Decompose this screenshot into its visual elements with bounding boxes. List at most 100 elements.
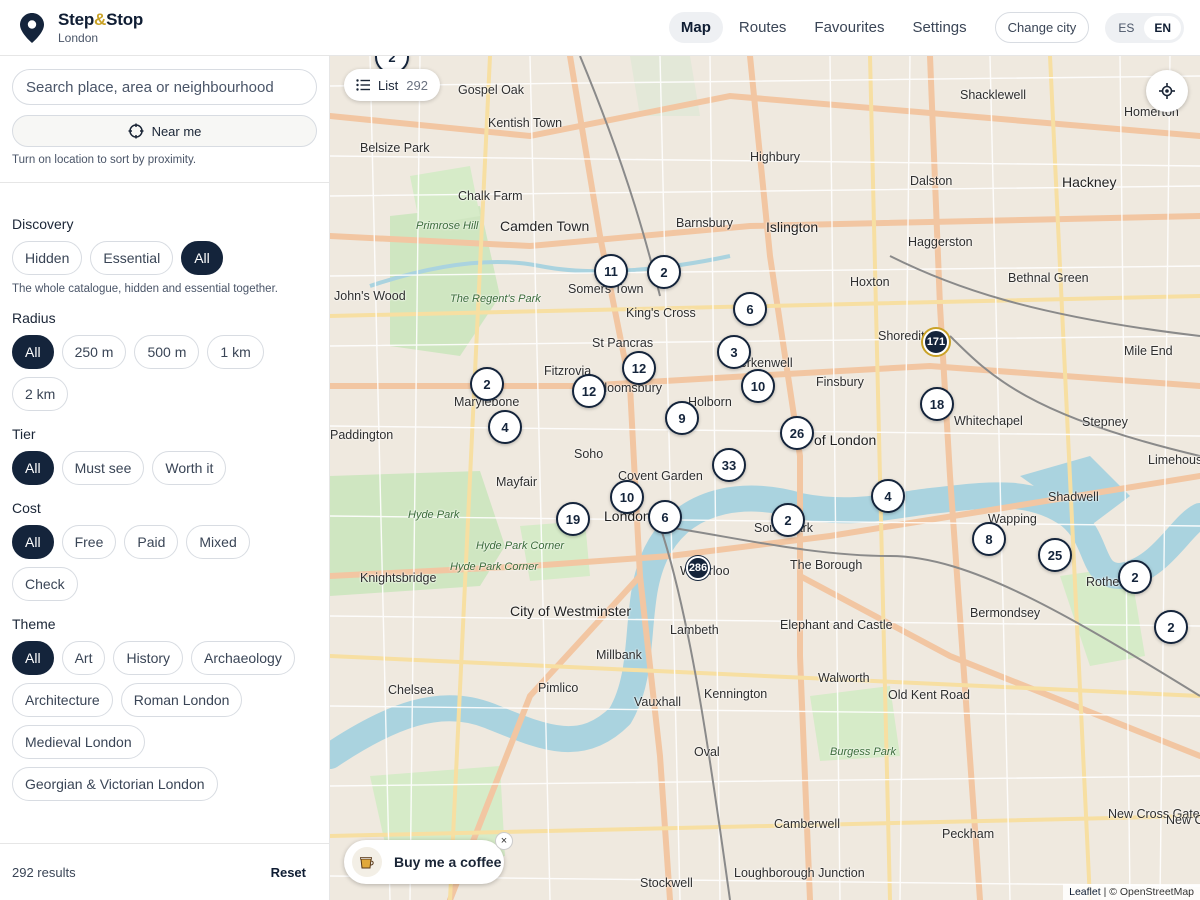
place-label: Hyde Park xyxy=(408,509,460,521)
change-city-button[interactable]: Change city xyxy=(994,12,1090,43)
cost-chip[interactable]: Mixed xyxy=(186,525,250,559)
theme-chip[interactable]: All xyxy=(12,641,54,675)
reset-button[interactable]: Reset xyxy=(271,865,306,880)
language-switch: ES EN xyxy=(1105,12,1184,43)
tier-chips: All Must see Worth it xyxy=(12,451,322,485)
place-label: Hoxton xyxy=(850,275,890,289)
map-cluster-marker[interactable]: 12 xyxy=(622,351,656,385)
map-cluster-marker[interactable]: 9 xyxy=(665,401,699,435)
lang-en[interactable]: EN xyxy=(1144,15,1181,40)
place-label: Peckham xyxy=(942,827,995,841)
place-label: Pimlico xyxy=(538,681,579,695)
cost-chip[interactable]: Free xyxy=(61,525,117,559)
radius-chip[interactable]: 2 km xyxy=(12,377,69,411)
place-label: Camden Town xyxy=(500,218,590,234)
nav-favourites[interactable]: Favourites xyxy=(802,12,896,43)
map-pin-icon xyxy=(20,12,44,43)
theme-chip[interactable]: History xyxy=(113,641,184,675)
map-cluster-marker[interactable]: 25 xyxy=(1038,538,1072,572)
section-title: Theme xyxy=(12,616,56,632)
map-cluster-marker[interactable]: 19 xyxy=(556,502,590,536)
brand-name: Step&Stop xyxy=(58,10,144,29)
results-count: 292 results xyxy=(12,864,76,880)
cost-chips: All Free Paid Mixed Check xyxy=(12,525,322,601)
nav-map[interactable]: Map xyxy=(668,12,723,43)
place-label: Stepney xyxy=(1082,415,1128,429)
place-label: Islington xyxy=(766,219,819,235)
discovery-chip[interactable]: All xyxy=(181,241,223,275)
theme-chip[interactable]: Medieval London xyxy=(12,725,145,759)
place-label: Mile End xyxy=(1124,344,1173,358)
map-cluster-marker[interactable]: 286 xyxy=(686,556,710,580)
map-cluster-marker[interactable]: 2 xyxy=(1154,610,1188,644)
close-icon[interactable]: × xyxy=(495,832,513,850)
map-cluster-marker[interactable]: 26 xyxy=(780,416,814,450)
search-input[interactable] xyxy=(12,69,317,105)
map-cluster-marker[interactable]: 3 xyxy=(717,335,751,369)
place-label: Whitechapel xyxy=(954,414,1023,428)
map-cluster-marker[interactable]: 2 xyxy=(470,367,504,401)
main-nav: Map Routes Favourites Settings Change ci… xyxy=(665,12,1184,43)
discovery-chips: Hidden Essential All xyxy=(12,241,322,275)
near-me-button[interactable]: Near me xyxy=(12,115,317,147)
map-cluster-marker[interactable]: 8 xyxy=(972,522,1006,556)
section-title: Radius xyxy=(12,310,56,326)
buy-me-a-coffee-button[interactable]: Buy me a coffee xyxy=(344,840,504,884)
place-label: Belsize Park xyxy=(360,141,430,155)
map-cluster-marker[interactable]: 10 xyxy=(741,369,775,403)
place-label: Dalston xyxy=(910,174,953,188)
tier-chip[interactable]: Must see xyxy=(61,451,145,485)
map-view[interactable]: Gospel Oak Kentish Town Belsize Park Chalk … xyxy=(330,56,1200,900)
filters: Discovery Hidden Essential All The whole c… xyxy=(12,216,322,816)
theme-chip[interactable]: Archaeology xyxy=(191,641,295,675)
place-label: Oval xyxy=(694,745,720,759)
theme-chip[interactable]: Art xyxy=(61,641,106,675)
map-cluster-marker[interactable]: 2 xyxy=(647,255,681,289)
place-label: Bermondsey xyxy=(970,606,1041,620)
cost-chip[interactable]: Check xyxy=(12,567,78,601)
map-cluster-marker[interactable]: 4 xyxy=(488,410,522,444)
place-label: Knightsbridge xyxy=(360,571,437,585)
nav-settings[interactable]: Settings xyxy=(900,12,978,43)
locate-me-button[interactable] xyxy=(1146,70,1188,112)
theme-section: Theme All Art History Archaeology Architectu… xyxy=(12,616,322,801)
near-me-hint: Turn on location to sort by proximity. xyxy=(12,154,197,166)
place-label: Shacklewell xyxy=(960,88,1027,102)
map-cluster-marker[interactable]: 33 xyxy=(712,448,746,482)
tier-chip[interactable]: Worth it xyxy=(152,451,227,485)
place-label: Lambeth xyxy=(670,623,719,637)
discovery-chip[interactable]: Essential xyxy=(90,241,174,275)
map-cluster-marker[interactable]: 2 xyxy=(771,503,805,537)
discovery-chip[interactable]: Hidden xyxy=(12,241,83,275)
theme-chip[interactable]: Georgian & Victorian London xyxy=(12,767,218,801)
map-cluster-marker[interactable]: 171 xyxy=(923,329,949,355)
tier-chip[interactable]: All xyxy=(12,451,54,485)
list-toggle-button[interactable]: List 292 xyxy=(344,69,440,101)
theme-chip[interactable]: Architecture xyxy=(12,683,113,717)
map-cluster-marker[interactable]: 4 xyxy=(871,479,905,513)
radius-chip[interactable]: 250 m xyxy=(61,335,127,369)
nav-routes[interactable]: Routes xyxy=(727,12,799,43)
cost-chip[interactable]: All xyxy=(12,525,54,559)
radius-chip[interactable]: 1 km xyxy=(207,335,264,369)
sidebar-footer: 292 results Reset xyxy=(0,843,329,900)
brand[interactable]: Step&Stop London xyxy=(20,10,143,45)
map-cluster-marker[interactable]: 12 xyxy=(572,374,606,408)
osm-link[interactable]: © OpenStreetMap xyxy=(1109,886,1194,898)
map-cluster-marker[interactable]: 11 xyxy=(594,254,628,288)
coffee-icon xyxy=(352,847,382,877)
map-cluster-marker[interactable]: 6 xyxy=(648,500,682,534)
map-cluster-marker[interactable]: 2 xyxy=(1118,560,1152,594)
leaflet-link[interactable]: Leaflet xyxy=(1069,886,1101,898)
place-label: The Borough xyxy=(790,558,863,572)
radius-chip[interactable]: All xyxy=(12,335,54,369)
map-cluster-marker[interactable]: 10 xyxy=(610,480,644,514)
radius-chip[interactable]: 500 m xyxy=(134,335,200,369)
place-label: Paddington xyxy=(330,428,394,442)
lang-es[interactable]: ES xyxy=(1108,16,1144,40)
place-label: Kentish Town xyxy=(488,116,563,130)
theme-chip[interactable]: Roman London xyxy=(120,683,243,717)
map-cluster-marker[interactable]: 18 xyxy=(920,387,954,421)
map-cluster-marker[interactable]: 6 xyxy=(733,292,767,326)
cost-chip[interactable]: Paid xyxy=(124,525,179,559)
